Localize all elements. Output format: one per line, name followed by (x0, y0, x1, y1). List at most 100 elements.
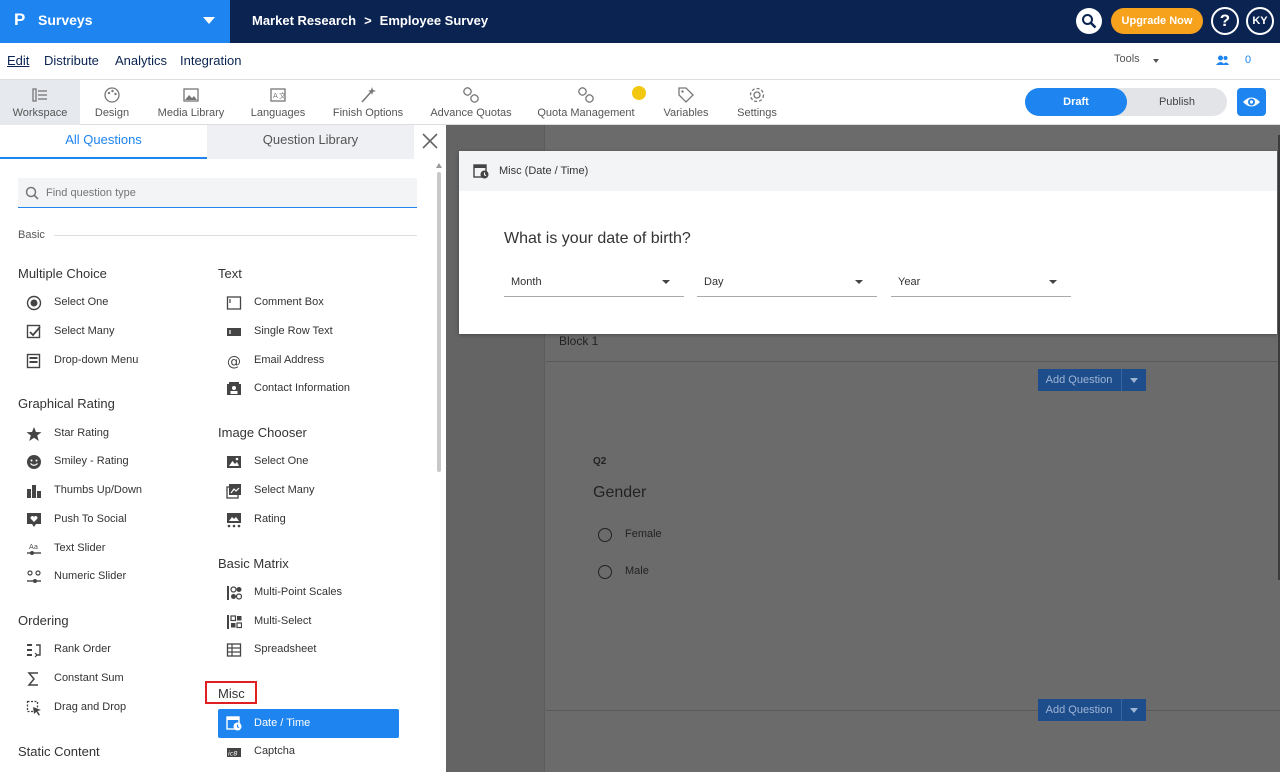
tool-media-library[interactable]: Media Library (150, 80, 232, 125)
tab-question-library[interactable]: Question Library (207, 125, 414, 159)
tools-menu[interactable]: Tools (1114, 53, 1140, 65)
qtype-text-slider[interactable]: Aa Text Slider (18, 537, 198, 559)
qtype-label: Drop-down Menu (54, 354, 139, 366)
category-ordering: Ordering (18, 613, 69, 628)
qtype-drag-and-drop[interactable]: Drag and Drop (18, 696, 198, 718)
block-divider (546, 710, 1280, 711)
preview-button[interactable] (1237, 88, 1266, 116)
qtype-multi-select[interactable]: Multi-Select (218, 610, 399, 632)
close-icon[interactable] (419, 130, 441, 152)
chevron-down-icon[interactable] (1121, 369, 1146, 391)
tool-label: Languages (250, 107, 306, 119)
add-question-label: Add Question (1045, 704, 1113, 716)
qtype-label: Spreadsheet (254, 643, 317, 655)
qtype-image-rating[interactable]: Rating (218, 508, 399, 530)
qtype-numeric-slider[interactable]: Numeric Slider (18, 565, 198, 587)
breadcrumb-survey: Employee Survey (379, 13, 489, 28)
collaborators-icon[interactable] (1216, 55, 1229, 65)
chevron-down-icon[interactable] (1121, 699, 1146, 721)
qtype-label: Comment Box (254, 296, 324, 308)
add-question-button[interactable]: Add Question (1038, 369, 1146, 391)
qtype-thumbs[interactable]: Thumbs Up/Down (18, 479, 198, 501)
menu-edit[interactable]: Edit (7, 53, 29, 68)
search-input[interactable] (46, 183, 406, 203)
breadcrumb: Market Research > Employee Survey (252, 13, 488, 28)
tool-label: Variables (663, 107, 709, 119)
preview-card-title: Misc (Date / Time) (499, 165, 589, 177)
user-avatar[interactable]: KY (1246, 7, 1274, 35)
tool-variables[interactable]: Variables (656, 80, 716, 125)
qtype-star-rating[interactable]: Star Rating (18, 422, 198, 444)
draft-button[interactable]: Draft (1025, 88, 1127, 116)
svg-text:Aa: Aa (29, 543, 38, 551)
menu-distribute[interactable]: Distribute (44, 53, 99, 68)
add-question-label: Add Question (1045, 374, 1113, 386)
qtype-image-select-many[interactable]: Select Many (218, 479, 399, 501)
qtype-date-time[interactable]: Date / Time (218, 709, 399, 738)
product-switcher[interactable]: P Surveys (0, 0, 230, 43)
qtype-single-row-text[interactable]: Single Row Text (218, 320, 399, 342)
contact-card-icon (227, 382, 241, 395)
help-button[interactable]: ? (1211, 7, 1239, 35)
qtype-smiley-rating[interactable]: Smiley - Rating (18, 450, 198, 472)
tool-advance-quotas[interactable]: Advance Quotas (424, 80, 518, 125)
tool-languages[interactable]: A文 Languages (244, 80, 312, 125)
breadcrumb-project[interactable]: Market Research (252, 13, 356, 28)
qtype-spreadsheet[interactable]: Spreadsheet (218, 638, 399, 660)
qtype-select-many[interactable]: Select Many (18, 320, 198, 342)
qtype-label: Constant Sum (54, 672, 124, 684)
month-select[interactable]: Month (504, 269, 684, 297)
menu-integration[interactable]: Integration (180, 53, 241, 68)
tool-label: Settings (737, 107, 777, 119)
qtype-rank-order[interactable]: Rank Order (18, 638, 198, 660)
qtype-label: Thumbs Up/Down (54, 484, 143, 496)
scroll-up-arrow[interactable] (436, 163, 442, 168)
qtype-multi-point-scales[interactable]: Multi-Point Scales (218, 581, 399, 603)
panel-scrollbar[interactable] (436, 172, 442, 772)
add-question-button[interactable]: Add Question (1038, 699, 1146, 721)
year-select[interactable]: Year (891, 269, 1071, 297)
magic-wand-icon (361, 87, 376, 103)
qtype-contact-information[interactable]: Contact Information (218, 377, 399, 399)
eye-icon (1243, 97, 1260, 107)
captcha-icon: ic8 (227, 748, 241, 758)
tool-settings[interactable]: Settings (728, 80, 786, 125)
tag-icon (678, 87, 694, 103)
question-types-panel: All Questions Question Library Basic Mul… (0, 125, 446, 772)
category-image-chooser: Image Chooser (218, 425, 307, 440)
table-icon (226, 643, 242, 657)
qtype-label: Text Slider (54, 542, 106, 554)
qtype-dropdown-menu[interactable]: Drop-down Menu (18, 349, 198, 371)
menu-analytics[interactable]: Analytics (115, 53, 167, 68)
tool-quota-management[interactable]: Quota Management (530, 80, 642, 125)
tool-finish-options[interactable]: Finish Options (328, 80, 408, 125)
qtype-captcha[interactable]: ic8 Captcha (218, 740, 399, 762)
section-divider (54, 235, 417, 236)
tool-workspace[interactable]: Workspace (0, 80, 80, 125)
draft-publish-toggle[interactable]: Draft Publish (1025, 88, 1227, 116)
qtype-select-one[interactable]: Select One (18, 291, 198, 313)
publish-button[interactable]: Publish (1127, 88, 1227, 116)
scrollbar-thumb[interactable] (437, 172, 441, 472)
tab-all-questions[interactable]: All Questions (0, 125, 207, 159)
radio-female[interactable] (598, 528, 612, 542)
smiley-icon (27, 455, 41, 469)
global-search-button[interactable] (1076, 8, 1102, 34)
qtype-comment-box[interactable]: Comment Box (218, 291, 399, 313)
qtype-push-to-social[interactable]: Push To Social (18, 508, 198, 530)
upgrade-now-button[interactable]: Upgrade Now (1111, 8, 1203, 34)
text-field-icon (227, 328, 241, 336)
image-icon (227, 456, 241, 468)
qtype-label: Rank Order (54, 643, 111, 655)
qtype-label: Contact Information (254, 382, 350, 394)
qtype-image-select-one[interactable]: Select One (218, 450, 399, 472)
radio-male[interactable] (598, 565, 612, 579)
premium-badge-icon (632, 86, 646, 100)
translate-icon: A文 (270, 88, 286, 102)
heart-message-icon (27, 513, 41, 527)
qtype-email-address[interactable]: @ Email Address (218, 349, 399, 371)
day-select[interactable]: Day (697, 269, 877, 297)
calendar-clock-icon (226, 716, 242, 731)
tool-design[interactable]: Design (82, 80, 142, 125)
qtype-constant-sum[interactable]: Constant Sum (18, 667, 198, 689)
